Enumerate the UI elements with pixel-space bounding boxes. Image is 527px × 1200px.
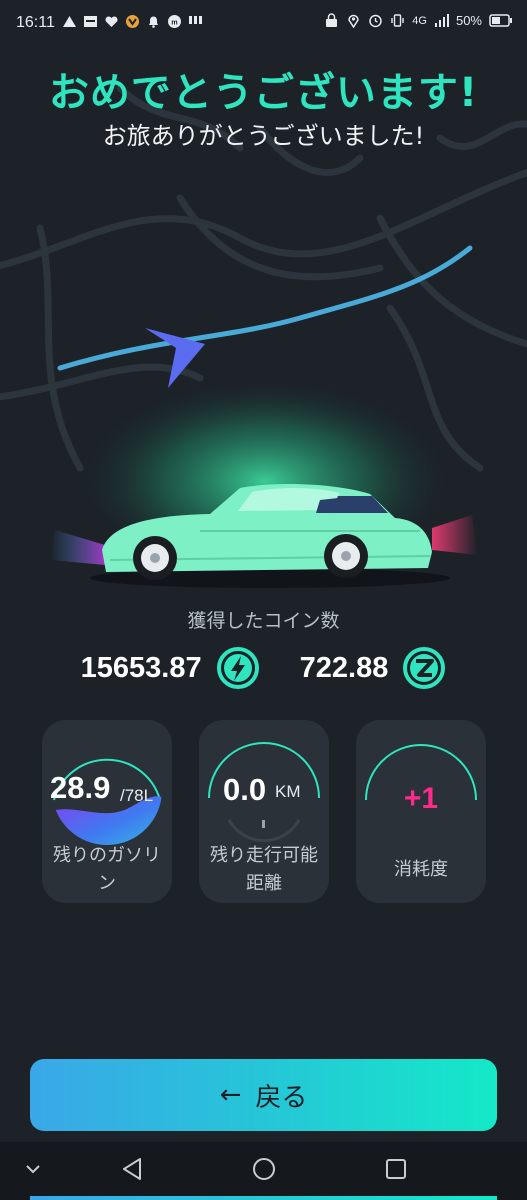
system-nav-bar <box>0 1142 527 1200</box>
consumption-label: 消耗度 <box>394 859 448 880</box>
system-status-icons: 4G 50% <box>324 13 513 28</box>
thanks-subtitle: お旅ありがとうございました! <box>102 122 425 150</box>
range-label-line1: 残り走行可能 <box>210 845 318 866</box>
trip-complete-screen: 16:11 m 4G 50% おめでとうございます! お旅ありがとうございました… <box>0 0 527 1200</box>
z-coin-value: 722.88 <box>299 651 389 684</box>
energy-coin-value: 15653.87 <box>80 651 202 684</box>
lightning-icon <box>216 647 259 689</box>
coin-row: 15653.87 722.88 <box>0 646 527 690</box>
battery-percent: 50% <box>455 13 482 28</box>
range-card: 0.0 KM 残り走行可能 距離 <box>199 720 329 903</box>
congrats-title: おめでとうございます! <box>48 70 479 116</box>
back-button[interactable]: ← 戻る <box>30 1059 497 1131</box>
badge-icon <box>126 15 139 28</box>
range-unit: KM <box>275 782 301 801</box>
fuel-card: 28.9 /78L 残りのガソリ ン <box>42 720 172 903</box>
consumption-value: +1 <box>403 782 439 815</box>
heart-icon <box>105 16 118 27</box>
bybit-icon <box>84 16 97 27</box>
fuel-label-line2: ン <box>98 873 116 894</box>
notification-icons: m <box>62 14 203 29</box>
recents-square-icon[interactable] <box>384 1156 408 1182</box>
consumption-card: +1 消耗度 <box>356 720 486 903</box>
mb-icon: m <box>168 15 181 28</box>
rear-wheel <box>324 534 368 578</box>
stat-cards: 28.9 /78L 残りのガソリ ン 0.0 KM 残り走行可能 距離 +1 消… <box>42 720 486 903</box>
alarm-icon <box>369 14 383 28</box>
fuel-label: 残りのガソリ ン <box>42 842 172 898</box>
location-icon <box>348 14 360 28</box>
back-triangle-icon[interactable] <box>120 1156 144 1182</box>
svg-text:m: m <box>171 20 177 27</box>
fuel-value: 28.9 <box>50 770 111 805</box>
battery-icon <box>489 14 512 27</box>
triangle-icon <box>63 16 76 27</box>
fuel-unit: /78L <box>120 786 154 805</box>
coins-caption: 獲得したコイン数 <box>187 610 340 632</box>
bell-icon <box>149 16 158 28</box>
home-circle-icon[interactable] <box>251 1156 277 1182</box>
fuel-label-line1: 残りのガソリ <box>53 845 161 866</box>
status-bar: 16:11 m 4G 50% <box>0 0 527 48</box>
chevron-down-icon[interactable] <box>24 1162 42 1176</box>
grid-icon <box>189 16 202 24</box>
car-illustration <box>50 355 478 588</box>
status-time: 16:11 <box>16 14 55 31</box>
lock-nfc-icon <box>326 13 338 27</box>
bottom-accent-strip <box>30 1196 497 1200</box>
range-label: 残り走行可能 距離 <box>199 842 329 898</box>
network-type: 4G <box>412 14 427 27</box>
front-wheel <box>133 536 177 580</box>
signal-icon <box>434 14 449 27</box>
vibrate-icon <box>391 14 404 27</box>
range-value: 0.0 <box>223 772 267 807</box>
back-button-label: 戻る <box>255 1082 308 1113</box>
arrow-left-icon: ← <box>219 1080 242 1110</box>
range-label-line2: 距離 <box>246 873 282 894</box>
z-coin-icon <box>403 647 446 689</box>
